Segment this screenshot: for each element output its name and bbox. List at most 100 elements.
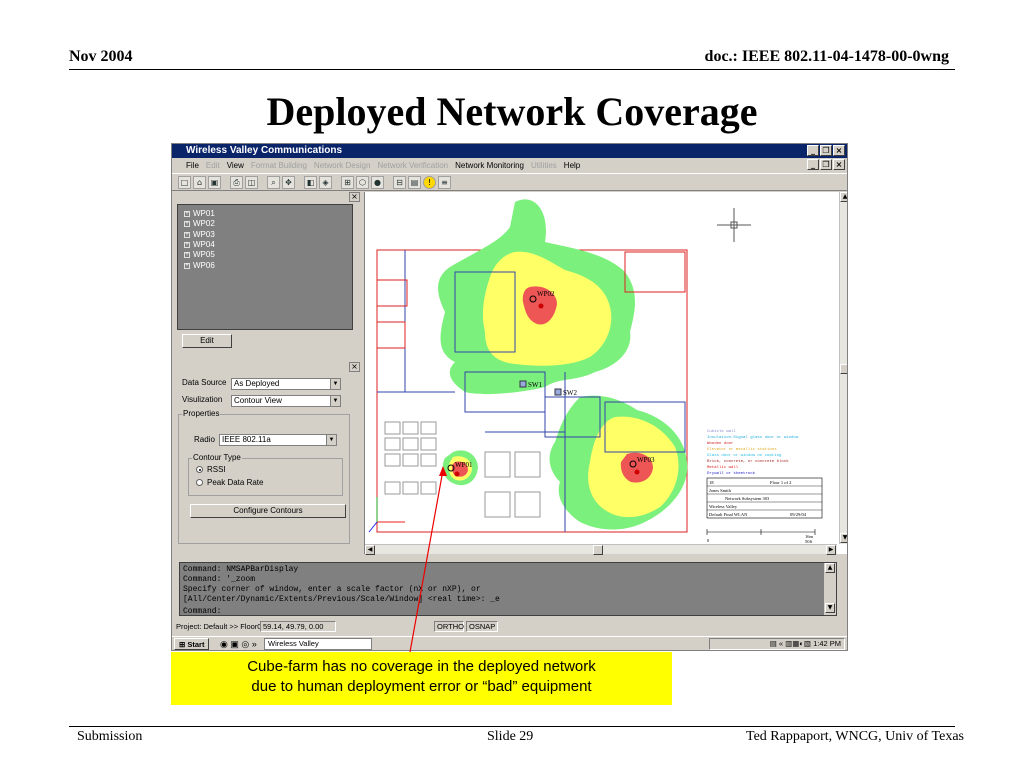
outer-room <box>376 321 406 349</box>
coverage-map[interactable]: WP02 WP03 WP01 SW1 SW2 Cubicle wall Insu… <box>364 192 847 555</box>
tree-item[interactable]: + WP04 <box>184 240 346 250</box>
chevron-down-icon[interactable]: ▼ <box>330 396 340 406</box>
restore-icon[interactable]: ❐ <box>820 145 832 156</box>
scroll-up-icon[interactable]: ▲ <box>840 192 847 202</box>
menu-help[interactable]: Help <box>564 161 580 170</box>
outer-room <box>624 251 686 293</box>
peak-rate-radio[interactable] <box>196 479 203 486</box>
window-titlebar[interactable]: Wireless Valley Communications _ ❐ × <box>172 144 847 158</box>
rssi-radio[interactable] <box>196 466 203 473</box>
tray-icons[interactable]: ▤ « ▥▦◐▧ <box>770 639 813 648</box>
tree-item[interactable]: + WP01 <box>184 209 346 219</box>
tree-item-label: WP03 <box>193 229 215 239</box>
list-icon[interactable]: ≡ <box>438 175 451 189</box>
pan-icon[interactable]: ✥ <box>282 175 295 189</box>
edit-button[interactable]: Edit <box>182 334 232 348</box>
menu-view[interactable]: View <box>227 161 244 170</box>
slide-title: Deployed Network Coverage <box>266 89 758 134</box>
chevron-down-icon[interactable]: ▼ <box>326 435 336 445</box>
expand-icon[interactable]: + <box>184 242 190 249</box>
tree-item[interactable]: + WP02 <box>184 219 346 229</box>
scroll-down-icon[interactable]: ▼ <box>840 533 847 543</box>
minimize-icon[interactable]: _ <box>807 145 819 156</box>
rssi-label: RSSI <box>207 465 226 474</box>
scroll-thumb[interactable] <box>593 545 603 555</box>
preview-icon[interactable]: ◫ <box>245 175 258 189</box>
map-horizontal-scrollbar[interactable]: ◀ ▶ <box>365 544 837 555</box>
menu-edit[interactable]: Edit <box>206 161 220 170</box>
start-label: Start <box>187 640 205 649</box>
expand-icon[interactable]: + <box>184 262 190 269</box>
scroll-down-icon[interactable]: ▼ <box>825 603 835 613</box>
panel-close-icon[interactable]: × <box>349 362 360 372</box>
title-block-cell: 09/29/04 <box>790 512 807 517</box>
taskbar-item-wireless-valley[interactable]: Wireless Valley <box>264 638 372 650</box>
floorplan-canvas[interactable]: WP02 WP03 WP01 SW1 SW2 Cubicle wall Insu… <box>365 192 837 544</box>
menu-network-design[interactable]: Network Design <box>314 161 370 170</box>
menu-file[interactable]: File <box>186 161 199 170</box>
properties-panel: × Data Source As Deployed ▼ Visulization… <box>176 362 362 552</box>
cube-icon[interactable]: ⬡ <box>356 175 369 189</box>
callout-line: Cube-farm has no coverage in the deploye… <box>247 658 596 675</box>
data-source-select[interactable]: As Deployed ▼ <box>231 378 341 390</box>
expand-icon[interactable]: + <box>184 252 190 259</box>
scroll-left-icon[interactable]: ◀ <box>365 545 375 555</box>
command-scrollbar[interactable]: ▲ ▼ <box>824 563 836 615</box>
menu-utilities[interactable]: Utilities <box>531 161 557 170</box>
start-button[interactable]: ⊞ Start <box>174 638 210 650</box>
quick-launch-icons[interactable]: ◉ ▣ ◎ » <box>220 639 257 650</box>
tree-item[interactable]: + WP03 <box>184 230 346 240</box>
doc-close-icon[interactable]: × <box>833 159 845 170</box>
map-vertical-scrollbar[interactable]: ▲ ▼ <box>839 192 847 544</box>
cubicle <box>384 421 401 435</box>
menu-network-verification[interactable]: Network Verification <box>377 161 448 170</box>
scroll-thumb[interactable] <box>840 364 847 374</box>
zoom-icon[interactable]: ⌕ <box>267 175 280 189</box>
doc-restore-icon[interactable]: ❐ <box>820 159 832 170</box>
scroll-up-icon[interactable]: ▲ <box>825 563 835 573</box>
scroll-right-icon[interactable]: ▶ <box>826 545 836 555</box>
sphere-icon[interactable]: ● <box>371 175 384 189</box>
app-window: Wireless Valley Communications _ ❐ × Fil… <box>171 143 848 651</box>
menu-format-building[interactable]: Format Building <box>251 161 307 170</box>
save-icon[interactable]: ▣ <box>208 175 221 189</box>
view-3d-icon[interactable]: ◧ <box>304 175 317 189</box>
command-prompt[interactable]: Command: <box>183 607 833 617</box>
toolbar: □ ⌂ ▣ ⎙ ◫ ⌕ ✥ ◧ ◈ ⊞ ⬡ ● ⊟ ▤ ! ≡ <box>172 173 847 191</box>
coverage-callout: Cube-farm has no coverage in the deploye… <box>171 652 672 705</box>
expand-icon[interactable]: + <box>184 221 190 228</box>
panel-close-icon[interactable]: × <box>349 192 360 202</box>
peak-rate-label: Peak Data Rate <box>207 478 264 487</box>
doc-minimize-icon[interactable]: _ <box>807 159 819 170</box>
command-line[interactable]: Command: NMSAPBarDisplay Command: '_zoom… <box>179 562 837 616</box>
tree-item[interactable]: + WP05 <box>184 250 346 260</box>
toolbar-separator <box>297 176 302 189</box>
system-tray: ▤ « ▥▦◐▧ 1:42 PM <box>709 638 845 650</box>
ortho-toggle[interactable]: ORTHO <box>434 621 464 632</box>
chevron-down-icon[interactable]: ▼ <box>330 379 340 389</box>
radio-select[interactable]: IEEE 802.11a ▼ <box>219 434 337 446</box>
close-icon[interactable]: × <box>833 145 845 156</box>
visualization-select[interactable]: Contour View ▼ <box>231 395 341 407</box>
scale-start: 0 <box>707 538 710 543</box>
properties-title: Properties <box>182 409 221 418</box>
menu-network-monitoring[interactable]: Network Monitoring <box>455 161 524 170</box>
configure-contours-button[interactable]: Configure Contours <box>190 504 346 518</box>
command-history-line: [All/Center/Dynamic/Extents/Previous/Sca… <box>183 595 500 604</box>
toolbar-separator <box>223 176 228 189</box>
print-icon[interactable]: ⎙ <box>230 175 243 189</box>
osnap-toggle[interactable]: OSNAP <box>466 621 498 632</box>
tree-item[interactable]: + WP06 <box>184 260 346 270</box>
warning-icon[interactable]: ! <box>423 175 436 189</box>
legend-line: Glass door or window no coating <box>707 453 782 458</box>
expand-icon[interactable]: + <box>184 211 190 218</box>
open-folder-icon[interactable]: ⌂ <box>193 175 206 189</box>
layer-icon[interactable]: ◈ <box>319 175 332 189</box>
expand-icon[interactable]: + <box>184 231 190 238</box>
building-icon[interactable]: ⊞ <box>341 175 354 189</box>
axis-indicator-icon <box>368 497 405 533</box>
new-file-icon[interactable]: □ <box>178 175 191 189</box>
monitor-icon[interactable]: ▤ <box>408 175 421 189</box>
network-icon[interactable]: ⊟ <box>393 175 406 189</box>
outer-room <box>376 279 408 307</box>
